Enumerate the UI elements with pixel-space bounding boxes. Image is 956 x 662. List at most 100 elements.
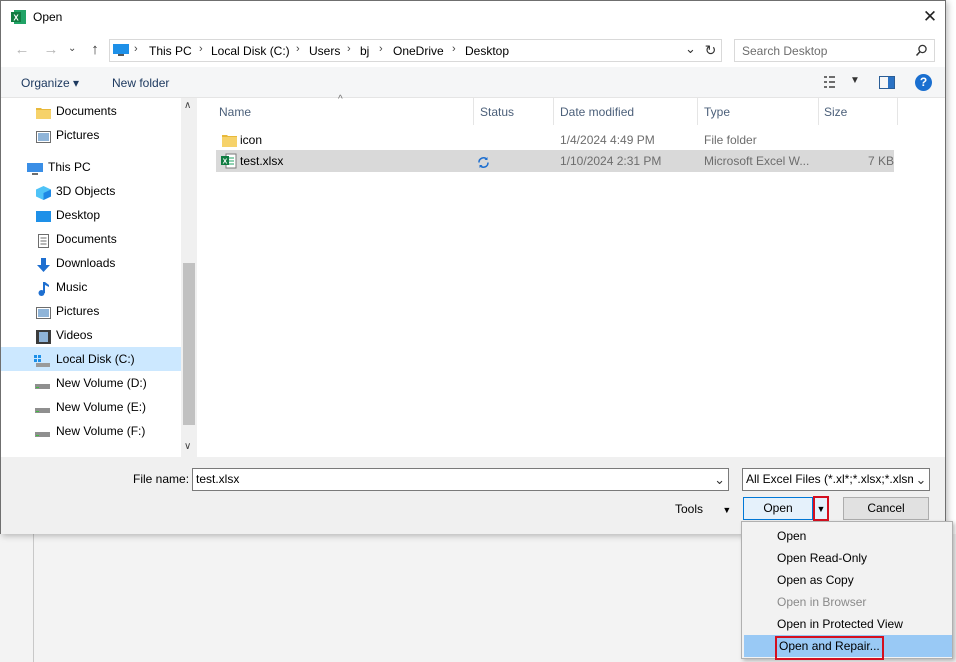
navigation-pane: Documents Pictures This PC 3D Objects De… [1,98,197,457]
sidebar-item-this-pc[interactable]: This PC [1,155,181,179]
svg-text:X: X [223,159,228,166]
organize-button[interactable]: Organize ▾ [21,76,79,90]
breadcrumb-users[interactable]: Users [309,44,340,58]
column-divider[interactable] [697,98,698,125]
menu-item-open-and-repair[interactable]: Open and Repair... [744,635,952,660]
folder-icon [222,133,237,147]
sidebar-item-local-disk-c[interactable]: Local Disk (C:) [1,347,181,371]
file-date: 1/4/2024 4:49 PM [560,133,655,147]
open-button-label: Open [763,501,793,515]
open-dropdown-arrow-icon: ▼ [816,504,826,514]
file-name: icon [240,133,263,147]
menu-item-open-in-browser[interactable]: Open in Browser [744,591,952,613]
address-dropdown-chevron-icon[interactable]: ⌄ [685,41,696,57]
file-date: 1/10/2024 2:31 PM [560,154,662,168]
file-name-field[interactable]: test.xlsx ⌄ [192,468,729,491]
search-icon [915,44,928,57]
breadcrumb-separator: › [296,43,300,55]
sidebar-item-new-volume-e[interactable]: New Volume (E:) [1,395,181,419]
desktop-icon [36,208,51,222]
file-type-filter-select[interactable]: All Excel Files (*.xl*;*.xlsx;*.xlsm ⌄ [742,468,930,491]
column-divider[interactable] [897,98,898,125]
sidebar-item-new-volume-f[interactable]: New Volume (F:) [1,419,181,443]
sidebar-item-3d-objects[interactable]: 3D Objects [1,179,181,203]
preview-pane-icon[interactable] [879,76,895,89]
sidebar-item-downloads[interactable]: Downloads [1,251,181,275]
close-icon[interactable]: ✕ [919,6,941,28]
music-icon [36,280,51,296]
breadcrumb-desktop[interactable]: Desktop [465,44,509,58]
file-row-icon-folder[interactable]: icon 1/4/2024 4:49 PM File folder [216,129,894,151]
tools-label: Tools [675,502,704,516]
column-divider[interactable] [473,98,474,125]
breadcrumb-separator: › [199,43,203,55]
sidebar-item-music[interactable]: Music [1,275,181,299]
file-type-filter-value: All Excel Files (*.xl*;*.xlsx;*.xlsm [746,472,918,486]
scroll-down-icon[interactable]: ∨ [184,441,191,452]
scroll-up-icon[interactable]: ∧ [184,100,191,111]
menu-item-open-read-only[interactable]: Open Read-Only [744,547,952,569]
sort-ascending-icon: ^ [338,94,343,105]
file-name-label: File name: [133,472,190,486]
view-dropdown-icon[interactable]: ▼ [850,75,860,86]
sidebar-item-new-volume-d[interactable]: New Volume (D:) [1,371,181,395]
address-bar[interactable]: › This PC › Local Disk (C:) › Users › bj… [109,39,722,62]
file-name-dropdown-icon[interactable]: ⌄ [714,469,725,490]
tools-button[interactable]: Tools ▼ [675,502,731,516]
sidebar-item-pictures[interactable]: Pictures [1,123,181,147]
sidebar-item-pictures-2[interactable]: Pictures [1,299,181,323]
search-box[interactable]: Search Desktop [734,39,935,62]
filter-dropdown-icon[interactable]: ⌄ [913,469,929,490]
file-size: 7 KB [868,154,895,168]
column-header-type[interactable]: Type [704,105,730,119]
file-type: Microsoft Excel W... [704,154,810,168]
title-bar: X Open ✕ [1,1,945,33]
file-name-value: test.xlsx [196,472,240,486]
sidebar-item-documents[interactable]: Documents [1,99,181,123]
cancel-button-label: Cancel [867,501,905,515]
breadcrumb-this-pc[interactable]: This PC [149,44,192,58]
window-title: Open [33,10,63,24]
menu-item-open[interactable]: Open [744,525,952,547]
breadcrumb-separator: › [347,43,351,55]
column-header-date-modified[interactable]: Date modified [560,105,634,119]
cancel-button[interactable]: Cancel [843,497,929,520]
breadcrumb-onedrive[interactable]: OneDrive [393,44,444,58]
menu-item-open-as-copy[interactable]: Open as Copy [744,569,952,591]
search-input[interactable]: Search Desktop [742,44,827,58]
column-header-status[interactable]: Status [480,105,514,119]
drive-icon [35,400,50,414]
3d-objects-icon [36,184,51,200]
background-divider [33,534,34,662]
excel-file-icon: X [221,153,237,169]
forward-arrow-icon[interactable]: → [41,40,61,60]
up-arrow-icon[interactable]: ↑ [85,40,105,60]
videos-icon [36,328,51,344]
sidebar-item-desktop[interactable]: Desktop [1,203,181,227]
file-row-test-xlsx[interactable]: X test.xlsx 1/10/2024 2:31 PM Microsoft … [216,150,894,172]
column-divider[interactable] [818,98,819,125]
column-header-size[interactable]: Size [824,105,847,119]
excel-app-icon: X [11,9,27,25]
back-arrow-icon[interactable]: ← [12,40,32,60]
breadcrumb-local-disk[interactable]: Local Disk (C:) [211,44,290,58]
help-icon[interactable]: ? [915,74,932,91]
column-header-name[interactable]: Name [219,105,251,119]
recent-locations-chevron-icon[interactable]: ⌄ [68,43,76,54]
open-button[interactable]: Open [743,497,813,520]
new-folder-button[interactable]: New folder [112,76,169,90]
command-toolbar: Organize ▾ New folder ▼ ? [1,67,945,98]
refresh-icon: ↻ [704,42,717,58]
column-divider[interactable] [553,98,554,125]
sidebar-item-videos[interactable]: Videos [1,323,181,347]
sidebar-item-documents-2[interactable]: Documents [1,227,181,251]
pictures-icon [36,304,51,319]
view-options-icon[interactable] [824,75,840,89]
sidebar-scrollbar-thumb[interactable] [183,263,195,425]
open-options-dropdown-button[interactable]: ▼ [813,496,829,521]
menu-item-open-in-protected-view[interactable]: Open in Protected View [744,613,952,635]
tools-dropdown-icon: ▼ [722,505,732,515]
refresh-button[interactable]: ↻ [700,39,722,62]
column-headers: ^ Name Status Date modified Type Size [201,94,901,126]
breadcrumb-bj[interactable]: bj [360,44,369,58]
